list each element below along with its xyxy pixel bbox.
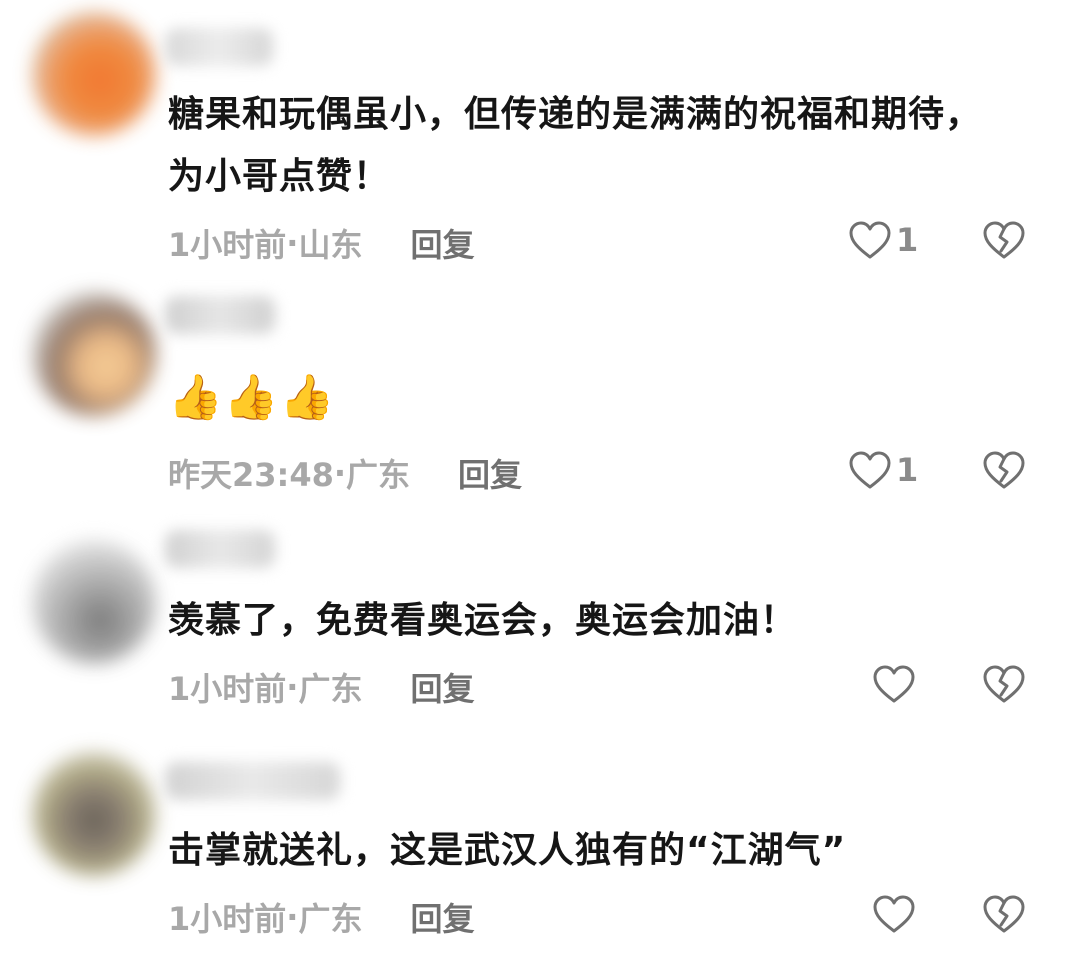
heart-outline-icon [873, 895, 915, 933]
heart-outline-icon [849, 451, 891, 489]
meta-separator: · [286, 898, 299, 936]
comment-text: 击掌就送礼，这是武汉人独有的“江湖气” [168, 820, 1048, 882]
like-button[interactable]: 1 [848, 220, 918, 260]
avatar[interactable] [32, 292, 156, 416]
meta-separator: · [333, 454, 347, 492]
reply-button[interactable]: 回复 [410, 220, 474, 266]
comment-item: 击掌就送礼，这是武汉人独有的“江湖气” 1小时前 · 广东 回复 [0, 740, 1080, 973]
comment-text-line: 为小哥点赞！ [168, 156, 391, 197]
like-button[interactable] [872, 894, 916, 934]
comment-time: 1小时前 [168, 900, 287, 938]
comment-meta: 1小时前 · 广东 回复 [168, 664, 474, 710]
avatar[interactable] [32, 752, 156, 876]
comment-location: 广东 [298, 670, 363, 708]
dislike-button[interactable] [982, 220, 1026, 264]
comment-time: 1小时前 [168, 670, 287, 708]
comment-item: 糖果和玩偶虽小，但传递的是满满的祝福和期待， 为小哥点赞！ 1小时前 · 山东 … [0, 0, 1080, 290]
comment-location: 山东 [298, 226, 363, 264]
meta-separator: · [286, 224, 299, 262]
dislike-button[interactable] [982, 450, 1026, 494]
comment-text-line: 羡慕了，免费看奥运会，奥运会加油！ [168, 600, 798, 641]
comment-time: 1小时前 [168, 226, 287, 264]
like-count: 1 [896, 451, 919, 489]
comment-text-line: 糖果和玩偶虽小，但传递的是满满的祝福和期待， [168, 94, 983, 135]
dislike-button[interactable] [982, 894, 1026, 938]
broken-heart-icon [983, 895, 1025, 933]
heart-outline-icon [873, 665, 915, 703]
comment-meta: 1小时前 · 山东 回复 [168, 220, 474, 266]
avatar[interactable] [32, 12, 156, 136]
comment-meta: 1小时前 · 广东 回复 [168, 894, 474, 940]
comment-item: 👍👍👍 昨天23:48 · 广东 回复 1 [0, 270, 1080, 520]
meta-separator: · [286, 668, 299, 706]
comment-location: 广东 [346, 456, 411, 494]
reply-button[interactable]: 回复 [410, 894, 474, 940]
comment-time: 昨天23:48 [168, 456, 334, 494]
comment-item: 羡慕了，免费看奥运会，奥运会加油！ 1小时前 · 广东 回复 [0, 510, 1080, 740]
reply-button[interactable]: 回复 [410, 664, 474, 710]
like-count: 1 [896, 221, 919, 259]
comment-text: 👍👍👍 [168, 368, 1048, 428]
like-button[interactable]: 1 [848, 450, 918, 490]
avatar[interactable] [32, 540, 156, 664]
comment-meta: 昨天23:48 · 广东 回复 [168, 450, 522, 496]
dislike-button[interactable] [982, 664, 1026, 708]
comment-text: 糖果和玩偶虽小，但传递的是满满的祝福和期待， 为小哥点赞！ [168, 84, 1048, 208]
username[interactable] [165, 530, 275, 568]
comment-text-line: 击掌就送礼，这是武汉人独有的“江湖气” [168, 830, 847, 871]
username[interactable] [165, 296, 275, 334]
reply-button[interactable]: 回复 [458, 450, 522, 496]
comment-text-line: 👍👍👍 [168, 372, 336, 423]
comment-text: 羡慕了，免费看奥运会，奥运会加油！ [168, 590, 1048, 652]
heart-outline-icon [849, 221, 891, 259]
username[interactable] [165, 762, 340, 800]
like-button[interactable] [872, 664, 916, 704]
broken-heart-icon [983, 451, 1025, 489]
broken-heart-icon [983, 665, 1025, 703]
comment-location: 广东 [298, 900, 363, 938]
username[interactable] [165, 28, 273, 66]
broken-heart-icon [983, 221, 1025, 259]
